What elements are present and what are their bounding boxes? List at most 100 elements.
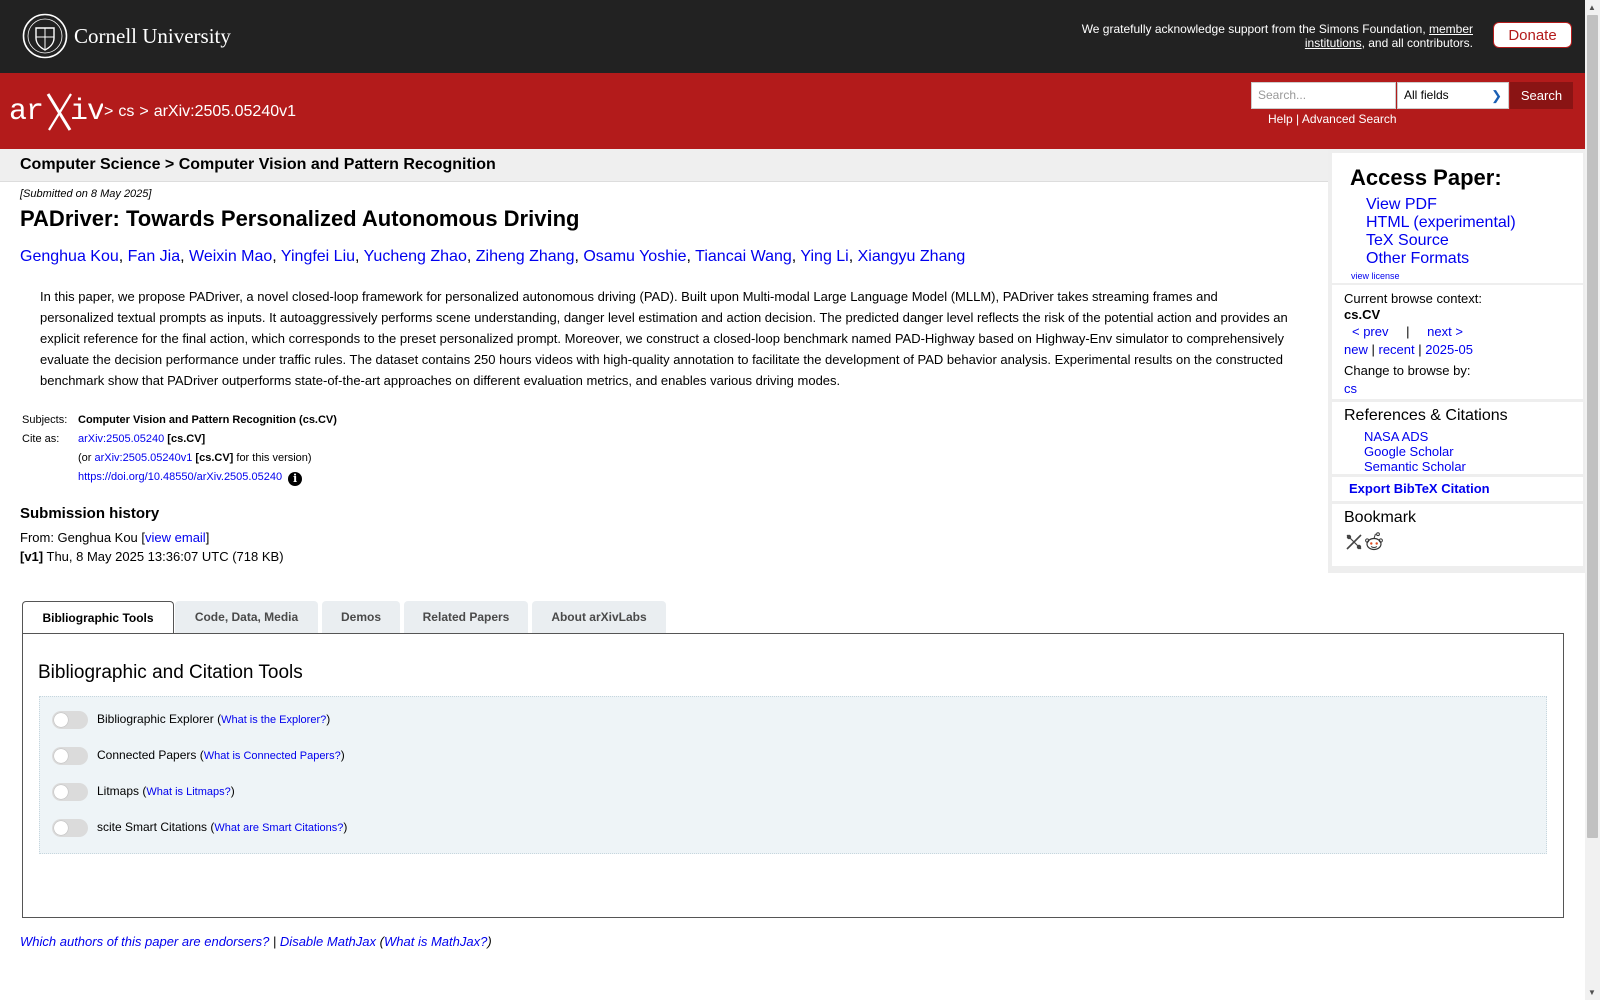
browse-context-box: Current browse context: cs.CV < prev | n… — [1332, 285, 1583, 399]
toggle-row-explorer: Bibliographic Explorer (What is the Expl… — [52, 711, 330, 729]
breadcrumb-cs[interactable]: cs — [118, 103, 134, 120]
bibliographic-explorer-toggle[interactable] — [52, 711, 88, 729]
litmaps-toggle[interactable] — [52, 783, 88, 801]
cornell-university-name[interactable]: Cornell University — [74, 24, 231, 49]
view-pdf-link[interactable]: View PDF — [1366, 196, 1437, 213]
author-link[interactable]: Yucheng Zhao — [364, 248, 467, 265]
bibsonomy-icon[interactable] — [1345, 533, 1363, 551]
acknowledgement-text: We gratefully acknowledge support from t… — [1081, 22, 1473, 50]
svg-text:ar: ar — [9, 95, 43, 129]
tab-demos[interactable]: Demos — [322, 601, 400, 633]
svg-text:iv: iv — [70, 95, 103, 129]
advanced-search-link[interactable]: Advanced Search — [1302, 112, 1397, 126]
access-paper-box: Access Paper: View PDF HTML (experimenta… — [1332, 153, 1583, 283]
references-links: NASA ADS Google Scholar Semantic Scholar — [1364, 429, 1466, 474]
cite-version-link[interactable]: arXiv:2505.05240v1 — [95, 452, 193, 464]
search-input[interactable]: Search... — [1251, 82, 1396, 109]
tab-code-data-media[interactable]: Code, Data, Media — [175, 601, 318, 633]
breadcrumb-paper-id: arXiv:2505.05240v1 — [153, 103, 297, 120]
author-link[interactable]: Yingfei Liu — [281, 248, 355, 265]
connected-papers-toggle[interactable] — [52, 747, 88, 765]
footer-links: Which authors of this paper are endorser… — [20, 934, 492, 949]
author-separator: , — [118, 248, 128, 265]
view-license-link[interactable]: view license — [1351, 271, 1400, 281]
search-field-select[interactable]: All fields ❯ — [1397, 82, 1509, 109]
subjects-value: Computer Vision and Pattern Recognition … — [78, 414, 337, 426]
tab-about-arxivlabs[interactable]: About arXivLabs — [532, 601, 666, 633]
other-formats-link[interactable]: Other Formats — [1366, 250, 1469, 267]
cornell-seal-icon[interactable] — [22, 13, 68, 59]
references-title: References & Citations — [1344, 407, 1508, 424]
version-label: [v1] — [20, 549, 44, 564]
bibliographic-tools-panel: Bibliographic and Citation Tools Bibliog… — [22, 633, 1564, 918]
chevron-down-icon: ❯ — [1491, 88, 1502, 103]
next-link[interactable]: next > — [1427, 324, 1463, 339]
author-separator: , — [180, 248, 189, 265]
html-link[interactable]: HTML (experimental) — [1366, 214, 1516, 231]
export-bibtex-link[interactable]: Export BibTeX Citation — [1349, 481, 1490, 496]
breadcrumb-sep: > — [104, 103, 114, 120]
scroll-up-icon[interactable]: ▲ — [1588, 3, 1596, 12]
cite-id-link[interactable]: arXiv:2505.05240 — [78, 433, 164, 445]
disable-mathjax-link[interactable]: Disable MathJax — [280, 934, 376, 949]
author-link[interactable]: Xiangyu Zhang — [858, 248, 966, 265]
semantic-scholar-link[interactable]: Semantic Scholar — [1364, 459, 1466, 474]
tab-bibliographic-tools[interactable]: Bibliographic Tools — [22, 601, 174, 635]
browse-context-label: Current browse context: — [1344, 291, 1483, 306]
toggle-row-litmaps: Litmaps (What is Litmaps?) — [52, 783, 235, 801]
what-is-explorer-link[interactable]: What is the Explorer? — [221, 714, 326, 726]
browse-cs-link[interactable]: cs — [1344, 381, 1357, 396]
nasa-ads-link[interactable]: NASA ADS — [1364, 429, 1428, 444]
subjects-label: Subjects: — [22, 414, 68, 426]
google-scholar-link[interactable]: Google Scholar — [1364, 444, 1454, 459]
references-box: References & Citations NASA ADS Google S… — [1332, 402, 1583, 474]
author-link[interactable]: Ying Li — [800, 248, 848, 265]
toggle-row-connected-papers: Connected Papers (What is Connected Pape… — [52, 747, 345, 765]
author-separator: , — [686, 248, 696, 265]
search-button[interactable]: Search — [1510, 82, 1573, 109]
access-links: View PDF HTML (experimental) TeX Source … — [1366, 196, 1516, 268]
help-link[interactable]: Help — [1268, 112, 1293, 126]
what-is-connected-papers-link[interactable]: What is Connected Papers? — [204, 750, 341, 762]
author-link[interactable]: Weixin Mao — [189, 248, 272, 265]
what-is-litmaps-link[interactable]: What is Litmaps? — [146, 786, 230, 798]
author-link[interactable]: Tiancai Wang — [695, 248, 792, 265]
right-sidebar: Access Paper: View PDF HTML (experimenta… — [1328, 149, 1586, 573]
author-link[interactable]: Osamu Yoshie — [583, 248, 686, 265]
author-link[interactable]: Ziheng Zhang — [476, 248, 575, 265]
subject-header: Computer Science > Computer Vision and P… — [0, 149, 1328, 182]
prev-next-nav: < prev | next > — [1352, 324, 1463, 339]
scrollbar-thumb[interactable] — [1587, 15, 1598, 838]
prev-link[interactable]: < prev — [1352, 324, 1389, 339]
scroll-down-icon[interactable]: ▼ — [1588, 988, 1596, 997]
month-link[interactable]: 2025-05 — [1425, 342, 1473, 357]
breadcrumb: > cs > arXiv:2505.05240v1 — [104, 103, 301, 121]
arxiv-logo-icon[interactable]: ar iv — [8, 90, 103, 132]
doi-link[interactable]: https://doi.org/10.48550/arXiv.2505.0524… — [78, 471, 282, 483]
tab-related-papers[interactable]: Related Papers — [404, 601, 528, 633]
export-box: Export BibTeX Citation — [1332, 477, 1583, 501]
author-link[interactable]: Genghua Kou — [20, 248, 119, 265]
what-is-mathjax-link[interactable]: What is MathJax? — [384, 934, 487, 949]
breadcrumb-sep: > — [139, 103, 149, 120]
recent-link[interactable]: recent — [1379, 342, 1415, 357]
scite-toggle[interactable] — [52, 819, 88, 837]
submitted-date: [Submitted on 8 May 2025] — [20, 188, 152, 200]
toggle-row-scite: scite Smart Citations (What are Smart Ci… — [52, 819, 347, 837]
author-separator: , — [272, 248, 281, 265]
view-email-link[interactable]: view email — [145, 530, 206, 545]
new-link[interactable]: new — [1344, 342, 1368, 357]
list-nav: new | recent | 2025-05 — [1344, 342, 1473, 357]
author-separator: , — [466, 248, 476, 265]
donate-button[interactable]: Donate — [1493, 22, 1572, 48]
endorsers-link[interactable]: Which authors of this paper are endorser… — [20, 934, 269, 949]
paper-title: PADriver: Towards Personalized Autonomou… — [20, 206, 580, 231]
reddit-icon[interactable] — [1365, 532, 1383, 552]
author-link[interactable]: Fan Jia — [128, 248, 180, 265]
tex-source-link[interactable]: TeX Source — [1366, 232, 1449, 249]
page-scrollbar[interactable]: ▲ ▼ — [1585, 0, 1600, 1000]
author-separator: , — [848, 248, 858, 265]
info-icon[interactable]: i — [288, 472, 303, 486]
what-are-smart-citations-link[interactable]: What are Smart Citations? — [214, 822, 343, 834]
submission-history-title: Submission history — [20, 505, 160, 522]
